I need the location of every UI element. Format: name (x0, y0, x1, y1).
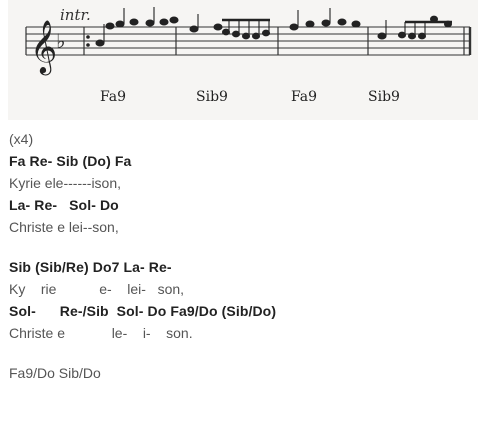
lyric-line: Kyrie ele------ison, (9, 175, 122, 191)
lyrics-section: (x4) Fa Re- Sib (Do) Fa Kyrie ele------i… (9, 128, 479, 384)
music-score: 𝄞 ♭ intr. Fa9 Sib9 Fa9 Sib9 (8, 0, 478, 120)
lyric-line: Christe e le- i- son. (9, 325, 193, 341)
score-chord: Sib9 (368, 89, 400, 105)
tempo-label: intr. (60, 6, 91, 24)
flat-icon: ♭ (56, 29, 65, 53)
chord-line: Sol- Re-/Sib Sol- Do Fa9/Do (Sib/Do) (9, 303, 277, 319)
score-chord: Fa9 (100, 89, 126, 105)
stanza-gap (9, 344, 479, 362)
score-chord: Fa9 (291, 89, 317, 105)
repeat-marker: (x4) (9, 131, 34, 147)
score-chord: Sib9 (196, 89, 228, 105)
stanza-gap (9, 238, 479, 256)
chord-line: Sib (Sib/Re) Do7 La- Re- (9, 259, 172, 275)
lyric-line: Christe e lei--son, (9, 219, 119, 235)
lyric-line: Ky rie e- lei- son, (9, 281, 185, 297)
chord-line: Fa Re- Sib (Do) Fa (9, 153, 132, 169)
treble-clef-icon: 𝄞 (30, 19, 57, 75)
ending-chords: Fa9/Do Sib/Do (9, 365, 101, 381)
chord-line: La- Re- Sol- Do (9, 197, 119, 213)
score-image: 𝄞 ♭ intr. Fa9 Sib9 Fa9 Sib9 (8, 0, 478, 120)
